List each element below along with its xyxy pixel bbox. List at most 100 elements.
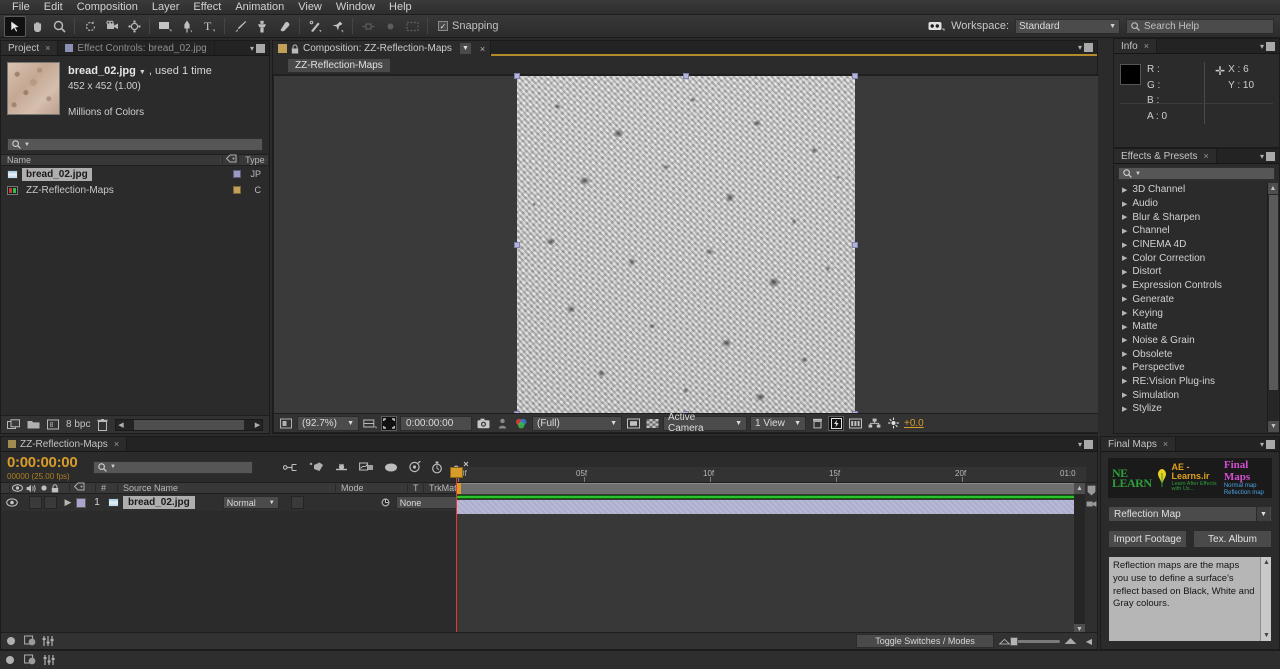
expand-triangle-icon[interactable]: ▶ [1122,254,1127,262]
tab-final-maps[interactable]: Final Maps × [1101,437,1177,451]
tab-timeline-composition[interactable]: ZZ-Reflection-Maps × [1,437,128,451]
close-icon[interactable]: × [480,44,485,54]
video-visibility-icon[interactable] [12,484,23,492]
exposure-value[interactable]: +0.0 [904,418,924,429]
scroll-up-icon[interactable]: ▲ [1074,483,1085,494]
effects-category-audio[interactable]: ▶ Audio [1115,197,1278,211]
effects-category-generate[interactable]: ▶ Generate [1115,293,1278,307]
camera-tool-icon[interactable] [101,16,123,37]
lock-icon[interactable] [291,44,299,54]
layer-label-color[interactable] [76,497,86,508]
pan-behind-tool-icon[interactable] [123,16,145,37]
zoom-in-icon[interactable] [1064,637,1077,645]
close-icon[interactable]: × [1204,151,1209,161]
timeline-current-time[interactable]: 0:00:00:00 [7,454,85,471]
menu-item-effect[interactable]: Effect [186,0,228,15]
effects-category-noise-grain[interactable]: ▶ Noise & Grain [1115,334,1278,348]
project-list-item-bread[interactable]: bread_02.jpg JP [1,166,269,182]
channel-rgb-icon[interactable] [513,416,529,431]
always-preview-icon[interactable] [278,416,294,431]
texture-album-button[interactable]: Tex. Album [1193,530,1272,548]
parent-pickwhip-icon[interactable] [380,497,391,508]
region-of-interest-icon[interactable] [381,415,397,431]
column-header-type[interactable]: Type [239,154,269,166]
timeline-search-input[interactable]: ▼ [93,460,253,474]
menu-item-composition[interactable]: Composition [70,0,145,15]
effects-category-revision-plugins[interactable]: ▶ RE:Vision Plug-ins [1115,375,1278,389]
expand-triangle-icon[interactable]: ▶ [1122,213,1127,221]
selection-handle-top-left[interactable] [514,73,520,79]
resolution-dropdown[interactable]: (Full) ▼ [532,415,622,431]
expand-triangle-icon[interactable]: ▶ [1122,268,1127,276]
mode-header[interactable]: Mode [336,482,408,494]
project-item-tag-swatch[interactable] [233,186,241,194]
bit-depth-label[interactable]: 8 bpc [66,419,90,430]
selection-handle-top-right[interactable] [852,73,858,79]
source-name-header[interactable]: Source Name [118,482,336,494]
project-settings-icon[interactable]: 8 [47,419,59,430]
chevron-down-icon[interactable]: ▼ [110,464,116,470]
layer-blend-mode-dropdown[interactable]: Normal ▼ [222,496,279,509]
panel-menu-icon[interactable]: ▾ [1078,43,1093,52]
composition-viewer-stage[interactable] [274,73,1098,417]
close-icon[interactable]: × [1163,439,1168,449]
composition-canvas-image[interactable] [517,76,855,414]
view-layout-dropdown[interactable]: 1 View ▼ [750,415,806,431]
zoom-slider-knob[interactable] [1009,636,1018,646]
chevron-down-icon[interactable]: ▼ [139,69,146,76]
menu-item-window[interactable]: Window [329,0,382,15]
expand-triangle-icon[interactable]: ▶ [1122,295,1127,303]
search-help-input[interactable]: Search Help [1126,18,1274,34]
transfer-controls-icon[interactable] [24,654,37,666]
effects-search-input[interactable]: ▼ [1118,167,1275,180]
effects-category-cinema-4d[interactable]: ▶ CINEMA 4D [1115,238,1278,252]
lock-icon[interactable] [51,483,59,493]
folder-icon[interactable] [27,419,40,430]
panel-menu-icon[interactable]: ▾ [1260,41,1275,51]
zoom-tool-icon[interactable] [48,16,70,37]
hand-tool-icon[interactable] [26,16,48,37]
layer-trkmat-toggle[interactable] [290,496,304,509]
effects-category-blur-sharpen[interactable]: ▶ Blur & Sharpen [1115,210,1278,224]
motion-blur-icon[interactable] [334,462,349,473]
project-item-title[interactable]: bread_02.jpg [68,65,136,77]
timeline-zoom-slider[interactable] [998,636,1081,646]
effects-category-3d-channel[interactable]: ▶ 3D Channel [1115,183,1278,197]
effects-category-distort[interactable]: ▶ Distort [1115,265,1278,279]
scroll-thumb[interactable] [1269,195,1278,390]
expand-triangle-icon[interactable]: ▶ [1122,200,1127,208]
map-type-dropdown[interactable]: Reflection Map ▼ [1108,506,1272,522]
motion-sketch-icon[interactable] [408,461,421,473]
tab-effects-presets[interactable]: Effects & Presets × [1114,149,1217,163]
close-icon[interactable]: × [114,439,119,449]
playhead-handle[interactable] [450,467,463,478]
effects-category-list[interactable]: ▶ 3D Channel ▶ Audio ▶ Blur & Sharpen ▶ Chan… [1115,183,1278,432]
scroll-down-icon[interactable]: ▼ [1268,421,1279,432]
timeline-collapse-arrow-icon[interactable]: ◀ [1086,637,1092,646]
live-update-icon[interactable] [283,462,299,473]
workspace-dropdown[interactable]: Standard ▼ [1015,18,1120,34]
brush-tool-icon[interactable] [229,16,251,37]
project-list-item-comp[interactable]: ZZ-Reflection-Maps C [1,182,269,198]
chevron-down-icon[interactable]: ▼ [458,42,472,55]
panel-menu-icon[interactable]: ▾ [250,43,265,53]
layer-switches-icon[interactable] [6,635,19,647]
layer-audio-toggle[interactable] [29,496,42,509]
puppet-pin-tool-icon[interactable] [326,16,348,37]
type-tool-icon[interactable]: T [198,16,220,37]
layer-solo-toggle[interactable] [44,496,57,509]
menu-item-view[interactable]: View [291,0,329,15]
expand-triangle-icon[interactable]: ▶ [1122,186,1127,194]
expand-triangle-icon[interactable]: ▶ [1122,336,1127,344]
effects-category-color-correction[interactable]: ▶ Color Correction [1115,251,1278,265]
zoom-out-icon[interactable] [998,638,1010,645]
grid-guides-icon[interactable] [362,416,378,431]
draft-3d-icon[interactable] [309,461,324,473]
rotation-tool-icon[interactable] [79,16,101,37]
camera-view-dropdown[interactable]: Active Camera ▼ [663,412,747,434]
layer-expand-triangle-icon[interactable]: ▶ [60,496,76,509]
timeline-ruler[interactable]: 0f 05f 10f 15f 20f 01:0 [456,467,1086,483]
workspace-switcher-icon[interactable] [928,21,945,32]
zoom-level-dropdown[interactable]: (92.7%) ▼ [297,415,359,431]
tab-project[interactable]: Project × [1,41,59,55]
